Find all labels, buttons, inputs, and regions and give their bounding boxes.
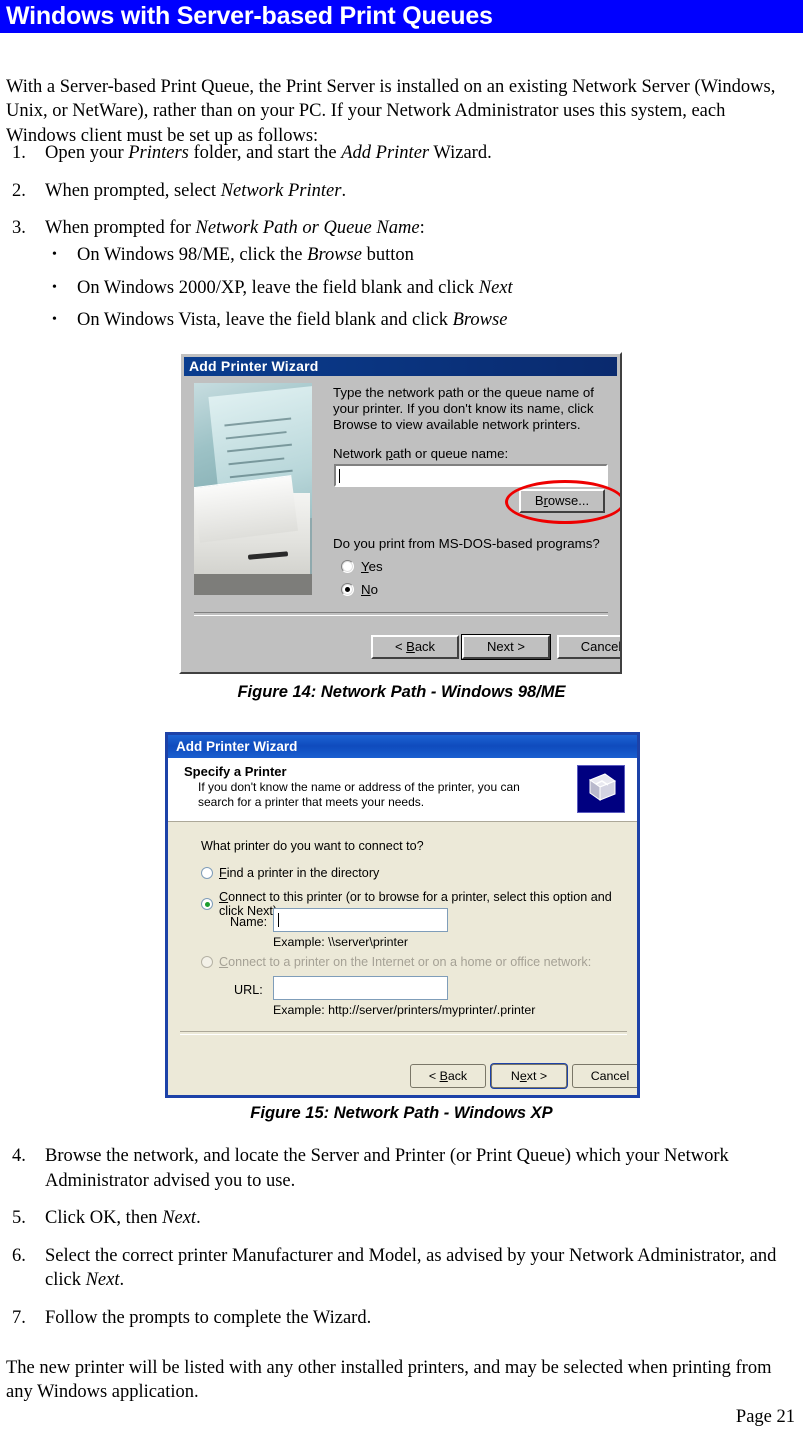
list-item-text: Follow the prompts to complete the Wizar…: [45, 1307, 372, 1328]
list-item-text: Click OK, then Next.: [45, 1208, 201, 1228]
header-title: Specify a Printer: [184, 764, 287, 779]
list-item-number: 6.: [12, 1245, 26, 1266]
connect-question-label: What printer do you want to connect to?: [201, 839, 424, 853]
bullet-marker-icon: •: [52, 312, 57, 327]
list-item-text: Browse the network, and locate the Serve…: [45, 1146, 729, 1191]
printer-icon: [577, 765, 625, 813]
list-item-text: When prompted, select Network Printer.: [45, 180, 347, 201]
back-button-xp[interactable]: < Back: [410, 1064, 486, 1088]
radio-find-directory-label: Find a printer in the directory: [219, 866, 380, 880]
figure-14-dialog-win98: Add Printer Wizard Type the network path…: [179, 352, 622, 674]
radio-no[interactable]: No: [341, 582, 378, 597]
bullet-item-text: On Windows 2000/XP, leave the field blan…: [77, 277, 513, 298]
header-subtitle: If you don't know the name or address of…: [198, 780, 520, 809]
radio-connect-internet-printer[interactable]: Connect to a printer on the Internet or …: [201, 955, 591, 969]
network-path-label: Network path or queue name:: [333, 446, 509, 461]
dialog-title-bar: Add Printer Wizard: [184, 357, 617, 376]
page-title: Windows with Server-based Print Queues: [6, 2, 493, 30]
radio-icon-no: [341, 583, 354, 596]
url-example-text: Example: http://server/printers/myprinte…: [273, 1003, 536, 1017]
figure-15-caption: Figure 15: Network Path - Windows XP: [250, 1104, 553, 1122]
list-item-text: When prompted for Network Path or Queue …: [45, 218, 425, 238]
bullet-list: • On Windows 98/ME, click the Browse butt…: [6, 243, 786, 341]
dialog-instruction-text: Type the network path or the queue name …: [333, 385, 594, 432]
dialog-divider-xp: [180, 1031, 627, 1035]
dialog-divider: [194, 612, 608, 616]
url-label: URL:: [234, 983, 263, 997]
back-button[interactable]: < Back: [371, 635, 459, 659]
radio-yes[interactable]: Yes: [341, 559, 383, 574]
radio-icon-find-directory: [201, 867, 213, 879]
list-item-text: Open your Printers folder, and start the…: [45, 143, 492, 163]
list-item: 4. Browse the network, and locate the Ser…: [6, 1144, 786, 1193]
radio-find-printer-directory[interactable]: Find a printer in the directory: [201, 866, 379, 880]
bullet-item-text: On Windows Vista, leave the field blank …: [77, 310, 508, 330]
list-item-number: 5.: [12, 1208, 26, 1228]
intro-paragraph: With a Server-based Print Queue, the Pri…: [6, 76, 776, 146]
cancel-button-xp[interactable]: Cancel: [572, 1064, 637, 1088]
printer-photo: [194, 383, 312, 595]
list-item: 2. When prompted, select Network Printer.: [6, 179, 786, 204]
name-label: Name:: [230, 915, 268, 929]
dialog-header-band: Specify a Printer If you don't know the …: [168, 758, 637, 822]
radio-icon-connect-internet: [201, 956, 213, 968]
steps-list-top: 1. Open your Printers folder, and start t…: [6, 141, 786, 254]
bullet-marker-icon: •: [52, 247, 57, 262]
radio-icon-connect-printer: [201, 898, 213, 910]
bullet-marker-icon: •: [52, 279, 57, 295]
radio-no-label: No: [361, 582, 379, 597]
bullet-list-item: • On Windows 2000/XP, leave the field bla…: [6, 276, 786, 301]
next-button[interactable]: Next >: [461, 634, 551, 660]
closing-paragraph: The new printer will be listed with any …: [6, 1357, 772, 1403]
next-button-xp[interactable]: Next >: [491, 1064, 567, 1088]
name-example-text: Example: \\server\printer: [273, 935, 408, 949]
url-input[interactable]: [273, 976, 448, 1000]
list-item-number: 3.: [12, 218, 26, 238]
name-input[interactable]: [273, 908, 448, 932]
text-caret: [278, 913, 279, 927]
bullet-item-text: On Windows 98/ME, click the Browse butto…: [77, 245, 414, 265]
list-item-number: 1.: [12, 143, 26, 163]
text-caret: [339, 469, 340, 483]
bullet-list-item: • On Windows 98/ME, click the Browse butt…: [6, 243, 786, 268]
figure-14-caption: Figure 14: Network Path - Windows 98/ME: [237, 683, 566, 701]
radio-icon-yes: [341, 560, 354, 573]
radio-connect-internet-label: Connect to a printer on the Internet or …: [219, 955, 592, 969]
list-item-number: 2.: [12, 180, 26, 201]
list-item: 3. When prompted for Network Path or Queu…: [6, 216, 786, 241]
page-heading-banner: Windows with Server-based Print Queues: [0, 0, 803, 33]
network-path-input[interactable]: [334, 464, 608, 487]
radio-yes-label: Yes: [361, 559, 383, 574]
list-item: 6. Select the correct printer Manufacture…: [6, 1244, 786, 1293]
list-item: 7. Follow the prompts to complete the Wiz…: [6, 1306, 786, 1331]
dialog-title-bar-xp: Add Printer Wizard: [168, 735, 637, 758]
list-item-text: Select the correct printer Manufacturer …: [45, 1245, 777, 1291]
list-item-number: 7.: [12, 1307, 26, 1328]
list-item: 1. Open your Printers folder, and start t…: [6, 141, 786, 166]
steps-list-bottom: 4. Browse the network, and locate the Ser…: [6, 1144, 786, 1343]
list-item: 5. Click OK, then Next.: [6, 1206, 786, 1231]
figure-15-dialog-winxp: Add Printer Wizard Specify a Printer If …: [165, 732, 640, 1098]
bullet-list-item: • On Windows Vista, leave the field blank…: [6, 308, 786, 333]
page-number-footer: Page 21: [735, 1407, 795, 1427]
list-item-number: 4.: [12, 1146, 26, 1166]
dos-question-label: Do you print from MS-DOS-based programs?: [333, 536, 600, 551]
cancel-button[interactable]: Cancel: [557, 635, 620, 659]
browse-button[interactable]: Browse...: [519, 489, 605, 513]
